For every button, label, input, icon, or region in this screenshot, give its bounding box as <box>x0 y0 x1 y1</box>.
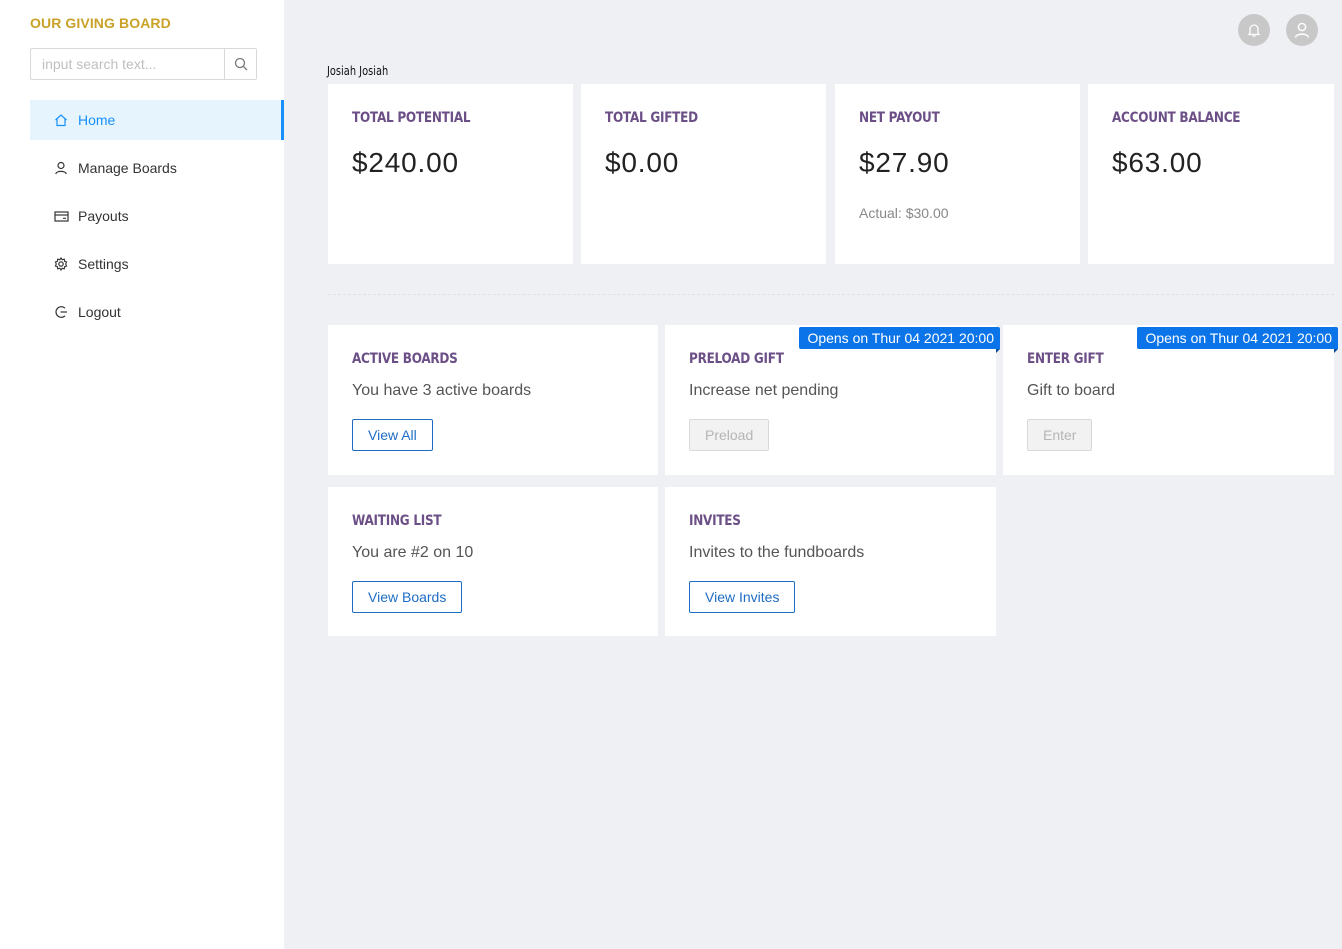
gear-icon <box>53 256 69 272</box>
enter-button[interactable]: Enter <box>1027 419 1093 451</box>
stat-card-account-balance: ACCOUNT BALANCE $63.00 <box>1088 84 1334 264</box>
stat-value: $27.90 <box>859 147 950 178</box>
search-button[interactable] <box>224 49 256 79</box>
stat-label: ACCOUNT BALANCE <box>1112 110 1241 126</box>
user-name: Josiah Josiah <box>327 64 389 78</box>
sidebar-item-logout[interactable]: Logout <box>30 292 284 332</box>
logout-icon <box>53 304 69 320</box>
stat-value: $240.00 <box>352 147 459 178</box>
tile-description: You are #2 on 10 <box>352 544 474 561</box>
stat-value: $63.00 <box>1112 147 1203 178</box>
tile-title: PRELOAD GIFT <box>689 351 784 367</box>
tile-title: ENTER GIFT <box>1027 351 1104 367</box>
tile-description: Gift to board <box>1027 382 1116 399</box>
sidebar-item-manage-boards[interactable]: Manage Boards <box>30 148 284 188</box>
opens-ribbon: Opens on Thur 04 2021 20:00 <box>799 327 1000 353</box>
sidebar-item-label: Home <box>78 112 116 128</box>
stat-label: NET PAYOUT <box>859 110 940 126</box>
user-avatar-button[interactable] <box>1286 14 1318 46</box>
tile-waiting-list: WAITING LIST You are #2 on 10 View Board… <box>328 487 658 636</box>
sidebar: OUR GIVING BOARD Home Manage Boards Payo… <box>0 0 284 949</box>
tile-description: Invites to the fundboards <box>689 544 865 561</box>
sidebar-item-label: Settings <box>78 256 129 272</box>
stat-value: $0.00 <box>605 147 680 178</box>
tile-title: ACTIVE BOARDS <box>352 351 458 367</box>
brand-logo: OUR GIVING BOARD <box>30 15 171 31</box>
view-invites-button[interactable]: View Invites <box>689 581 796 613</box>
tile-title: INVITES <box>689 513 741 529</box>
tile-description: You have 3 active boards <box>352 382 532 399</box>
sidebar-item-home[interactable]: Home <box>30 100 284 140</box>
stat-label: TOTAL POTENTIAL <box>352 110 471 126</box>
notification-button[interactable] <box>1238 14 1270 46</box>
tile-active-boards: ACTIVE BOARDS You have 3 active boards V… <box>328 325 658 475</box>
tile-enter-gift: Opens on Thur 04 2021 20:00 ENTER GIFT G… <box>1003 325 1338 475</box>
sidebar-nav: Home Manage Boards Payouts Settings Logo… <box>30 100 284 340</box>
sidebar-item-label: Logout <box>78 304 121 320</box>
preload-button[interactable]: Preload <box>689 419 770 451</box>
view-all-button[interactable]: View All <box>352 419 433 451</box>
sidebar-item-payouts[interactable]: Payouts <box>30 196 284 236</box>
view-boards-button[interactable]: View Boards <box>352 581 463 613</box>
section-divider <box>328 294 1334 295</box>
search-input[interactable] <box>31 49 224 79</box>
search-icon <box>234 57 247 71</box>
tile-description: Increase net pending <box>689 382 839 399</box>
tile-invites: INVITES Invites to the fundboards View I… <box>665 487 996 636</box>
stat-card-total-potential: TOTAL POTENTIAL $240.00 <box>328 84 573 264</box>
sidebar-item-label: Payouts <box>78 208 129 224</box>
sidebar-item-settings[interactable]: Settings <box>30 244 284 284</box>
sidebar-item-label: Manage Boards <box>78 160 177 176</box>
avatar-icon <box>1294 22 1310 38</box>
opens-ribbon: Opens on Thur 04 2021 20:00 <box>1137 327 1338 353</box>
tile-preload-gift: Opens on Thur 04 2021 20:00 PRELOAD GIFT… <box>665 325 1000 475</box>
stat-card-net-payout: NET PAYOUT $27.90 Actual: $30.00 <box>835 84 1080 264</box>
bell-icon <box>1247 24 1261 37</box>
credit-card-icon <box>53 208 69 224</box>
home-icon <box>53 112 69 128</box>
user-icon <box>53 160 69 176</box>
stat-subtext: Actual: $30.00 <box>859 205 949 221</box>
stat-label: TOTAL GIFTED <box>605 110 698 126</box>
stat-card-total-gifted: TOTAL GIFTED $0.00 <box>581 84 826 264</box>
search-box <box>30 48 257 80</box>
tile-title: WAITING LIST <box>352 513 442 529</box>
